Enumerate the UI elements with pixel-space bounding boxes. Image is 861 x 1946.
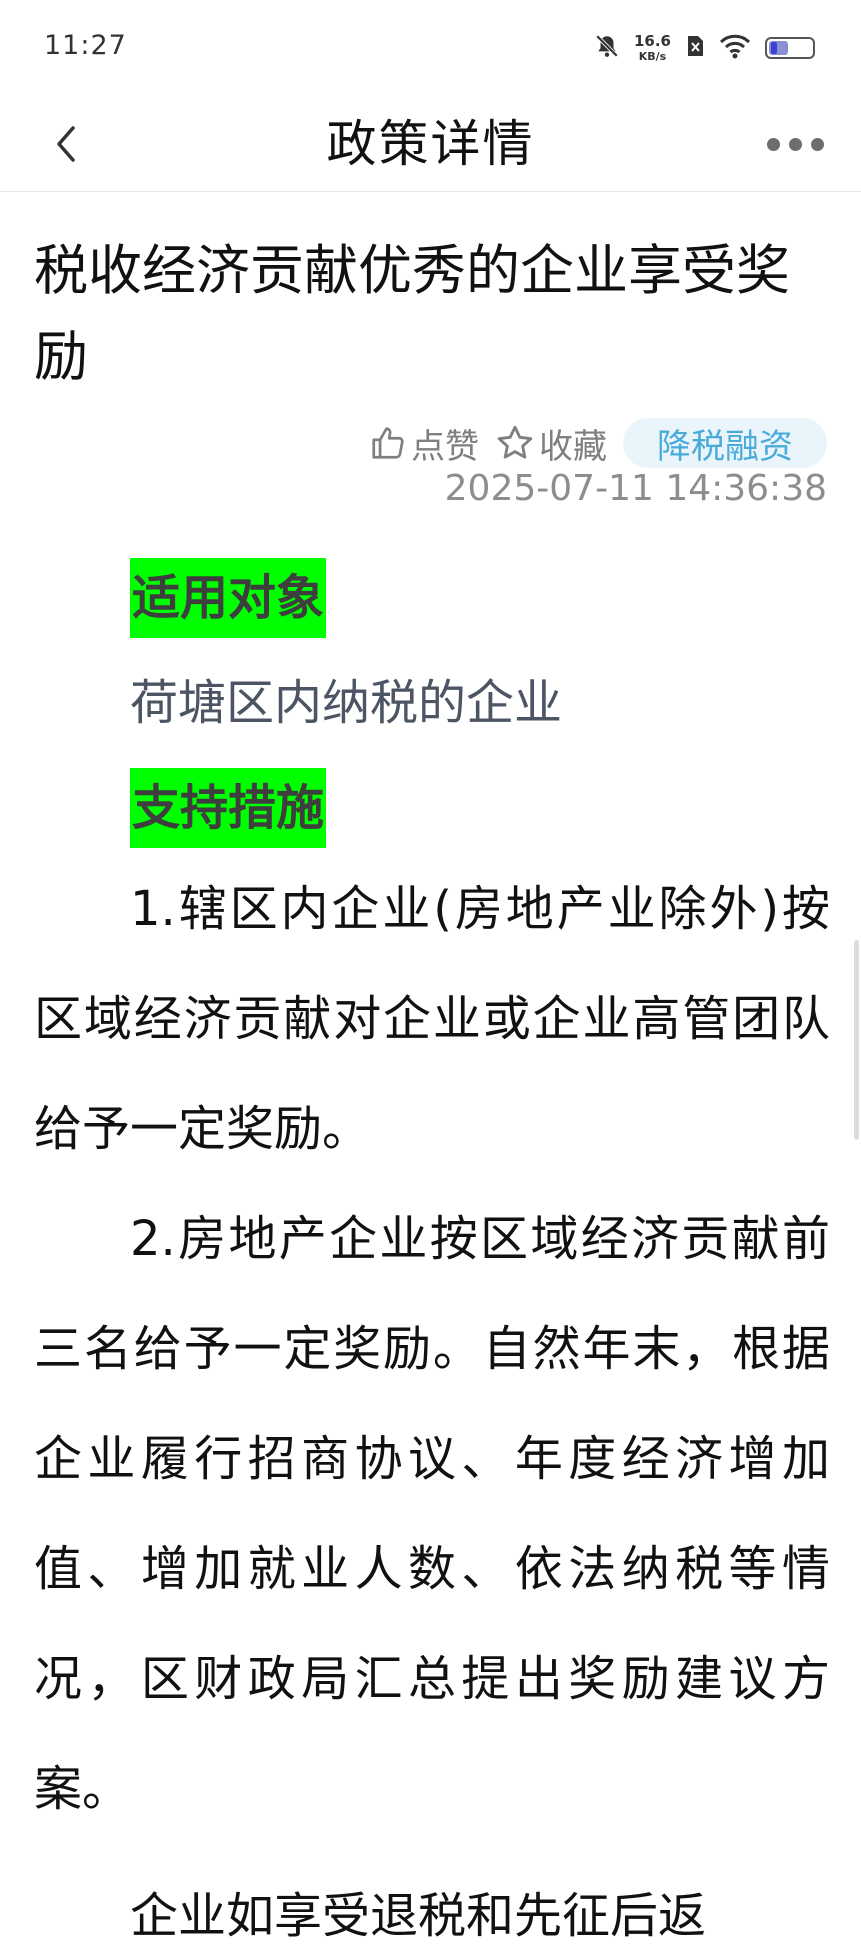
thumbs-up-icon: [372, 427, 404, 459]
status-time: 11:27: [44, 30, 127, 61]
wifi-icon: [719, 33, 751, 63]
status-bar: 11:27 16.6 KB/s: [0, 0, 861, 96]
favorite-button[interactable]: 收藏: [495, 419, 607, 468]
article-content: 适用对象 荷塘区内纳税的企业 支持措施 1.辖区内企业(房地产业除外)按区域经济…: [34, 558, 830, 1844]
mute-bell-icon: [594, 33, 620, 63]
article-meta: 点赞 收藏 降税融资: [369, 416, 827, 470]
measure-paragraph-2: 2.房地产企业按区域经济贡献前三名给予一定奖励。自然年末，根据企业履行招商协议、…: [34, 1211, 830, 1817]
more-dots-icon: [810, 137, 824, 151]
star-icon: [497, 425, 533, 459]
section-heading-measures: 支持措施: [130, 768, 327, 848]
partial-paragraph: 企业如享受退税和先征后返: [130, 1888, 707, 1944]
nav-bar: 政策详情: [0, 96, 861, 192]
net-speed-unit: KB/s: [638, 50, 667, 63]
more-dots-icon: [788, 137, 802, 151]
battery-charge-mark: [771, 42, 777, 54]
page-title: 政策详情: [326, 115, 535, 173]
measure-paragraph-1: 1.辖区内企业(房地产业除外)按区域经济贡献对企业或企业高管团队给予一定奖励。: [34, 881, 830, 1157]
more-dots-icon: [766, 137, 780, 151]
publish-time: 2025-07-11 14:36:38: [444, 468, 827, 509]
net-speed: 16.6 KB/s: [633, 32, 671, 63]
article-title: 税收经济贡献优秀的企业享受奖励: [34, 239, 790, 388]
more-button[interactable]: [755, 124, 835, 164]
category-tag[interactable]: 降税融资: [623, 418, 827, 468]
favorite-label: 收藏: [539, 426, 607, 467]
sim-off-icon: [685, 34, 705, 62]
section-heading-target: 适用对象: [130, 558, 327, 638]
target-text: 荷塘区内纳税的企业: [130, 675, 563, 731]
net-speed-value: 16.6: [633, 32, 671, 50]
like-label: 点赞: [411, 426, 479, 467]
like-button[interactable]: 点赞: [369, 419, 479, 468]
scrollbar[interactable]: [854, 940, 859, 1140]
battery-icon: [765, 37, 815, 59]
status-icons: 16.6 KB/s: [594, 30, 815, 66]
